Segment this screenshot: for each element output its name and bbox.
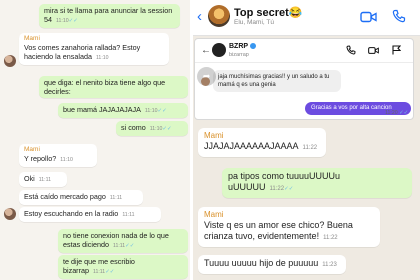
read-check-icon: ✓✓ [105, 269, 115, 275]
message-text: JJAJAJAAAAAAJAAAA [204, 141, 299, 151]
left-chat-panel: mira si te llama para anunciar la sessio… [0, 0, 198, 280]
message-bubble[interactable]: te dije que me escribio bizarrap 11:11✓✓ [58, 255, 188, 279]
message-text: Vos comes zanahoria rallada? Estoy hacie… [24, 43, 141, 61]
message-bubble[interactable]: Oki 11:11 [19, 172, 67, 187]
video-call-icon[interactable] [360, 11, 377, 23]
message-time: 11:22 [269, 186, 285, 192]
profile-handle: bizarrap [229, 52, 249, 58]
group-avatar[interactable] [208, 5, 230, 27]
message-time: 11:22 [302, 145, 318, 151]
message-bubble[interactable]: que diga: el nenito biza tiene algo que … [39, 76, 188, 98]
message-bubble[interactable]: Estoy escuchando en la radio 11:11 [19, 207, 161, 222]
message-text: Está caído mercado pago [24, 192, 106, 201]
message-time: 11:11 [38, 177, 51, 183]
instagram-incoming-message: jaja muchísimas gracias!! y un saludo a … [213, 70, 341, 92]
sender-name: Mami [204, 210, 224, 219]
back-icon[interactable]: ‹ [197, 8, 202, 25]
right-chat-panel: ‹ Top secret😂 Elu, Mami, Tú ← BZRP bizar… [190, 0, 420, 280]
message-bubble[interactable]: bue mamá JAJAJAJAJA 11:10✓✓ [58, 103, 188, 118]
message-text: que diga: el nenito biza tiene algo que … [44, 78, 166, 96]
profile-name-text: BZRP [229, 43, 249, 50]
flag-icon [392, 45, 401, 55]
message-time: 11:11 [92, 269, 106, 275]
message-text: Oki [24, 174, 35, 183]
message-text: si como [121, 123, 146, 132]
message-time: 11:10 [149, 126, 163, 132]
message-text: Y repollo? [24, 154, 57, 163]
chat-title[interactable]: Top secret😂 [234, 6, 303, 19]
chat-header: ‹ Top secret😂 Elu, Mami, Tú [190, 0, 420, 36]
message-bubble[interactable]: Tuuuu uuuuu hijo de puuuuu 11:23 [198, 255, 346, 274]
message-bubble[interactable]: Mami Y repollo? 11:10 [19, 144, 97, 167]
message-bubble[interactable]: Mami JJAJAJAAAAAAJAAAA 11:22 [198, 128, 326, 157]
forward-icon[interactable]: ➦ [197, 67, 216, 86]
message-time: 11:23 [322, 262, 337, 268]
avatar[interactable] [4, 208, 16, 220]
read-check-icon: ✓✓ [68, 18, 78, 24]
divider [195, 62, 413, 63]
message-time: 11:20 ✓✓ [385, 110, 408, 116]
message-time-text: 11:20 [385, 110, 398, 116]
message-bubble[interactable]: Mami Viste q es un amor ese chico? Buena… [198, 207, 380, 247]
avatar[interactable] [4, 55, 16, 67]
message-bubble[interactable]: Está caído mercado pago 11:11 [19, 190, 143, 205]
read-check-icon: ✓✓ [125, 243, 135, 249]
back-arrow-icon: ← [201, 45, 211, 56]
profile-name: BZRP [229, 43, 257, 50]
instagram-screenshot[interactable]: ← BZRP bizarrap jaja muchísimas gracias!… [194, 38, 414, 120]
read-check-icon: ✓✓ [157, 108, 167, 114]
verified-badge-icon [250, 43, 257, 50]
message-time: 11:11 [112, 243, 126, 249]
phone-icon [346, 45, 356, 55]
message-time: 11:10 [60, 157, 73, 163]
read-check-icon: ✓✓ [284, 186, 294, 192]
profile-avatar [212, 43, 226, 57]
panel-divider [190, 0, 193, 280]
message-bubble[interactable]: mira si te llama para anunciar la sessio… [39, 4, 180, 28]
message-time: 11:10 [56, 18, 69, 24]
message-bubble[interactable]: pa tipos como tuuuuUUUUu uUUUUU 11:22✓✓ [222, 168, 412, 198]
chat-participants: Elu, Mami, Tú [234, 19, 274, 26]
message-bubble[interactable]: si como 11:10✓✓ [116, 121, 188, 136]
message-time: 11:22 [323, 235, 338, 241]
message-time: 11:10 [144, 108, 158, 114]
sender-name: Mami [24, 35, 40, 42]
sender-name: Mami [204, 131, 224, 140]
sender-name: Mami [24, 146, 40, 153]
message-text: bue mamá JAJAJAJAJA [63, 105, 141, 114]
message-time: 11:11 [122, 212, 135, 218]
read-check-icon: ✓✓ [399, 110, 409, 116]
message-time: 11:10 [95, 55, 109, 61]
message-time: 11:11 [109, 195, 123, 201]
message-bubble[interactable]: Mami Vos comes zanahoria rallada? Estoy … [19, 33, 169, 65]
read-check-icon: ✓✓ [162, 126, 172, 132]
message-text: Estoy escuchando en la radio [24, 209, 119, 218]
video-icon [368, 47, 379, 54]
message-bubble[interactable]: no tiene conexion nada de lo que estas d… [58, 229, 188, 253]
message-text: Tuuuu uuuuu hijo de puuuuu [204, 258, 319, 268]
phone-icon[interactable] [392, 9, 406, 23]
